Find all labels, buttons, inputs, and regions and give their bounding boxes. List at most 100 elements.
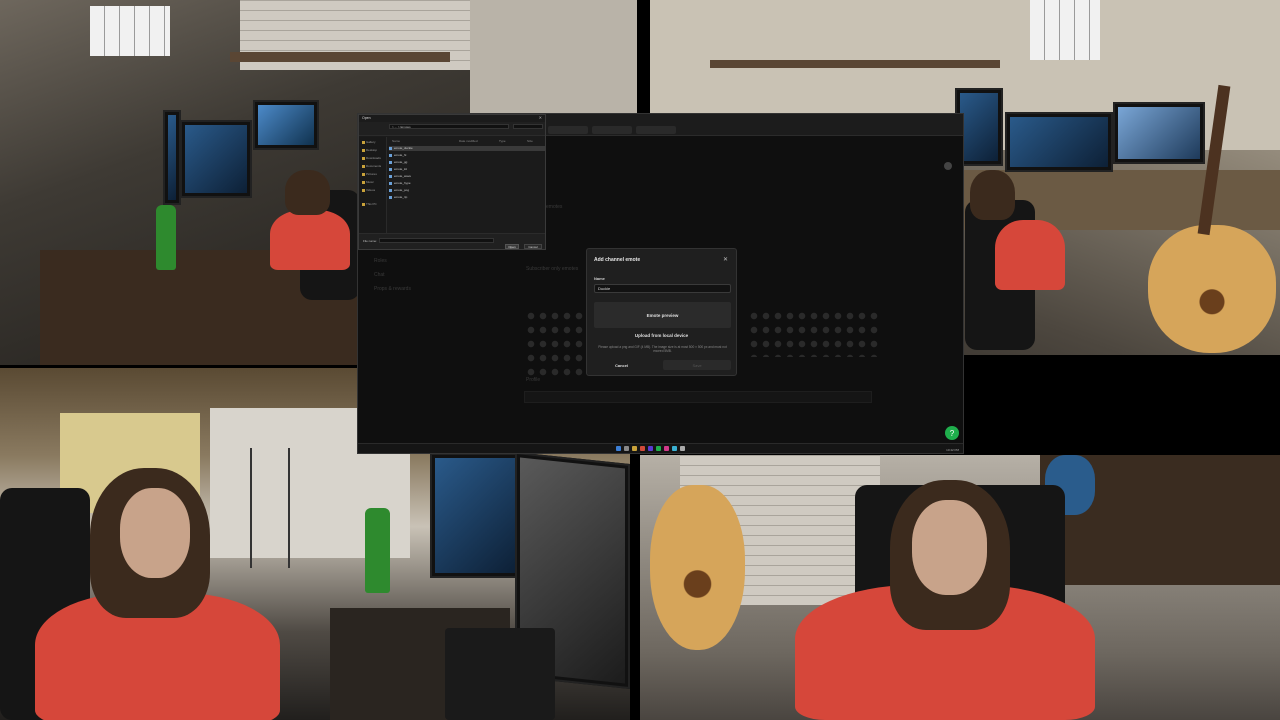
- browser-tab[interactable]: [592, 126, 632, 134]
- column-date[interactable]: Date modified: [459, 139, 478, 143]
- cancel-button[interactable]: Cancel: [524, 244, 542, 249]
- address-bar[interactable]: > ... > Emotes: [389, 124, 509, 129]
- person-face: [120, 488, 190, 578]
- file-row[interactable]: emote_wave: [389, 174, 545, 179]
- file-row[interactable]: emote_hi: [389, 153, 545, 158]
- monitor: [430, 453, 520, 578]
- column-name[interactable]: Name: [392, 139, 400, 143]
- modal-title: Add channel emote: [594, 257, 641, 263]
- file-list: Name Date modified Type Size emote_ducki…: [389, 139, 545, 235]
- image-file-icon: [389, 195, 392, 199]
- soda-bottle: [156, 205, 176, 270]
- person-face: [912, 500, 987, 595]
- browser-icon[interactable]: [640, 446, 645, 451]
- emote-grid: [748, 309, 878, 357]
- open-button[interactable]: Open: [505, 244, 519, 249]
- app-icon[interactable]: [664, 446, 669, 451]
- file-row[interactable]: emote_hype: [389, 181, 545, 186]
- monitor: [1005, 112, 1113, 172]
- computer-icon: [362, 202, 365, 206]
- camera-feed-bottom-right: [640, 455, 1280, 720]
- emote-name-input[interactable]: Duckie: [594, 284, 731, 293]
- start-icon[interactable]: [616, 446, 621, 451]
- dialog-footer: File name: Open Cancel: [359, 233, 545, 249]
- upload-from-device-button[interactable]: Upload from local device: [587, 333, 736, 338]
- nav-item[interactable]: Music: [362, 180, 374, 184]
- acoustic-guitar: [1148, 225, 1276, 353]
- subscriber-title: Subscriber only emotes: [526, 266, 579, 272]
- nav-item[interactable]: Pictures: [362, 172, 377, 176]
- nav-item[interactable]: Gallery: [362, 140, 376, 144]
- monitor: [1113, 102, 1205, 164]
- column-size[interactable]: Size: [527, 139, 533, 143]
- file-row[interactable]: emote_rip: [389, 195, 545, 200]
- folder-icon: [362, 140, 365, 144]
- monitor: [180, 120, 252, 198]
- sidebar-item-roles[interactable]: Roles: [374, 258, 387, 264]
- taskbar: 10:42 PM: [358, 443, 963, 453]
- emote-preview-box[interactable]: Emote preview: [594, 302, 731, 328]
- file-row[interactable]: emote_gg: [389, 160, 545, 165]
- chat-help-icon[interactable]: ?: [945, 426, 959, 440]
- folder-icon: [362, 172, 365, 176]
- image-file-icon: [389, 174, 392, 178]
- file-row[interactable]: emote_duckie: [389, 146, 545, 151]
- folder-icon: [362, 188, 365, 192]
- person-shirt: [995, 220, 1065, 290]
- person-head: [970, 170, 1015, 220]
- app-icon[interactable]: [648, 446, 653, 451]
- close-icon[interactable]: ✕: [539, 115, 542, 120]
- nav-item[interactable]: Desktop: [362, 148, 377, 152]
- file-open-dialog: Open ✕ > ... > Emotes Gallery Desktop Do…: [358, 114, 546, 250]
- app-icon[interactable]: [680, 446, 685, 451]
- column-type[interactable]: Type: [499, 139, 506, 143]
- app-icon[interactable]: [656, 446, 661, 451]
- wood-shelf: [230, 52, 450, 62]
- keyboard: [445, 628, 555, 720]
- person-head: [285, 170, 330, 215]
- file-name-label: File name:: [363, 239, 378, 243]
- image-file-icon: [389, 188, 392, 192]
- name-label: Name: [594, 276, 605, 281]
- emote-grid: [525, 309, 585, 377]
- folder-icon[interactable]: [632, 446, 637, 451]
- folder-icon: [362, 148, 365, 152]
- soda-bottle: [365, 508, 390, 593]
- glass-block-window: [1030, 0, 1100, 60]
- tripod: [250, 448, 290, 568]
- save-button[interactable]: Save: [663, 360, 731, 370]
- file-row[interactable]: emote_pog: [389, 188, 545, 193]
- nav-item[interactable]: Downloads: [362, 156, 381, 160]
- avatar[interactable]: [944, 162, 952, 170]
- monitor: [163, 110, 181, 205]
- nav-item[interactable]: Videos: [362, 188, 375, 192]
- folder-icon: [362, 156, 365, 160]
- search-icon[interactable]: [624, 446, 629, 451]
- person-shirt: [270, 210, 350, 270]
- profile-field[interactable]: [524, 391, 872, 403]
- sidebar-item-props[interactable]: Props & rewards: [374, 286, 411, 292]
- search-input[interactable]: [513, 124, 543, 129]
- file-list-header: Name Date modified Type Size: [389, 139, 545, 144]
- glass-block-window: [90, 6, 170, 56]
- nav-item[interactable]: This PC: [362, 202, 377, 206]
- add-emote-modal: Add channel emote ✕ Name Duckie Emote pr…: [586, 248, 737, 376]
- cancel-button[interactable]: Cancel: [615, 363, 628, 368]
- image-file-icon: [389, 153, 392, 157]
- image-file-icon: [389, 146, 392, 150]
- browser-tab[interactable]: [548, 126, 588, 134]
- file-name-input[interactable]: [379, 238, 494, 243]
- close-icon[interactable]: ✕: [723, 256, 728, 263]
- file-row[interactable]: emote_lol: [389, 167, 545, 172]
- section-title: emotes: [546, 204, 563, 210]
- sidebar-item-chat[interactable]: Chat: [374, 272, 385, 278]
- acoustic-guitar: [650, 485, 745, 650]
- browser-tab[interactable]: [636, 126, 676, 134]
- desktop-capture: emotes Subscriber only emotes Roles Chat…: [357, 113, 964, 454]
- app-icon[interactable]: [672, 446, 677, 451]
- nav-item[interactable]: Documents: [362, 164, 381, 168]
- upload-hint: Please upload a png and GIF (4 MB). The …: [598, 345, 727, 353]
- dialog-title: Open: [362, 116, 371, 120]
- folder-icon: [362, 180, 365, 184]
- image-file-icon: [389, 181, 392, 185]
